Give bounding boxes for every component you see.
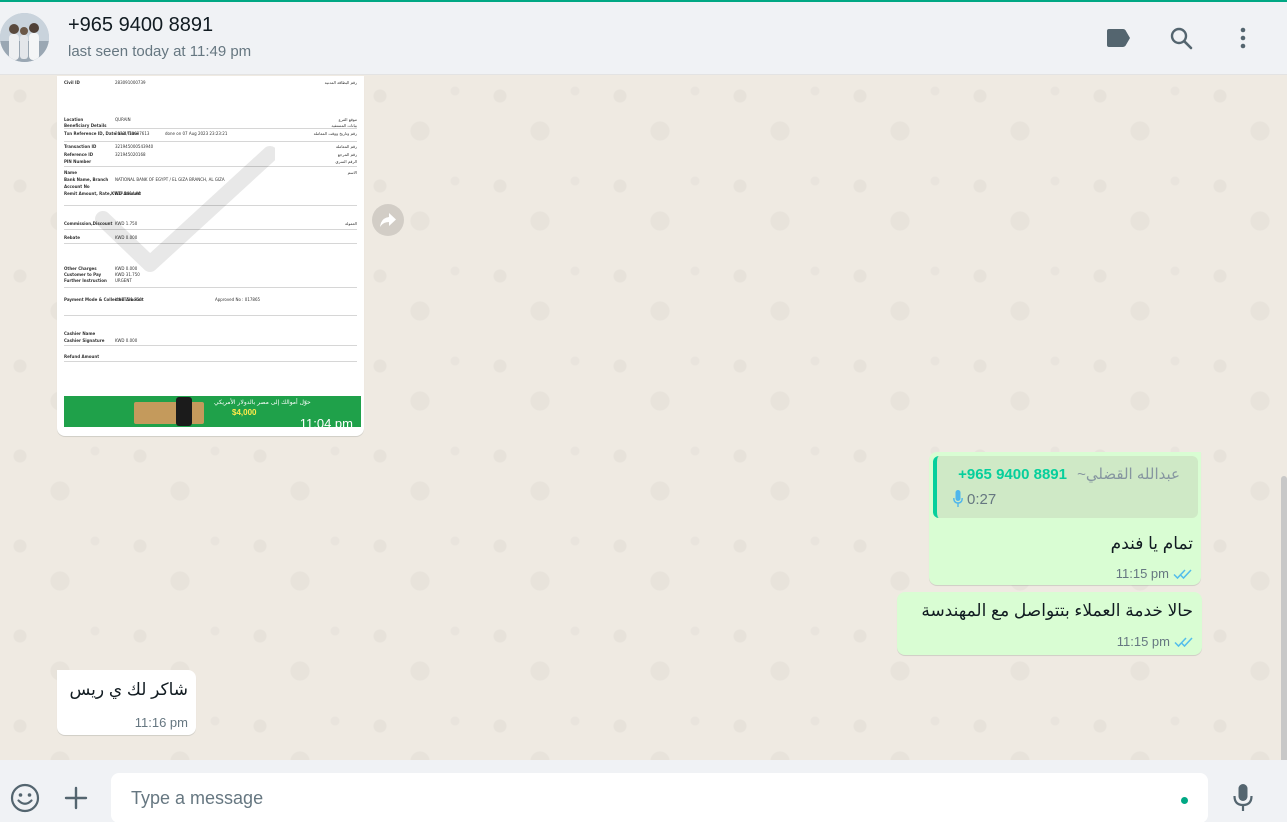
watermark-check-icon [95,146,275,272]
image-message[interactable]: Civil ID 283091000739 رقم البطاقة المدني… [57,76,364,436]
receipt-text: KWD 0.000 [115,338,138,343]
double-check-icon [1173,568,1192,579]
voice-record-button[interactable] [1227,782,1259,814]
receipt-text: 283091000739 [115,80,146,85]
mic-icon [1233,784,1253,811]
incoming-message[interactable]: شاكر لك ي ريس 11:16 pm [57,670,196,735]
receipt-image[interactable]: Civil ID 283091000739 رقم البطاقة المدني… [60,79,361,433]
receipt-text: K-NET 31.750 [115,297,142,302]
receipt-text: Rebate [64,235,80,240]
banner-prize: $4,000 [232,408,257,417]
last-seen-status: last seen today at 11:49 pm [68,43,252,60]
receipt-text: Account No [64,184,90,189]
emoji-button[interactable] [9,782,41,814]
forward-icon [380,213,396,227]
receipt-text: Approved No : 017865 [215,297,261,302]
time-text: 11:15 pm [1116,634,1170,649]
receipt-text: done on 07 Aug 2023 23:23:21 [165,131,228,136]
time-text: 11:15 pm [1115,566,1169,581]
message-time: 11:16 pm [134,715,188,730]
message-text: شاكر لك ي ريس [69,680,189,699]
message-input-box[interactable] [111,773,1208,822]
voice-duration: 0:27 [967,490,997,508]
receipt-text: QURAIN [115,117,131,122]
chat-panel[interactable]: Civil ID 283091000739 رقم البطاقة المدني… [0,76,1287,760]
quote-author: +965 9400 8891 ~عبدالله القضلي [958,465,1180,483]
receipt-text: Refund Amount [64,354,100,359]
scrollbar[interactable] [1281,476,1287,760]
receipt-text: Other Charges [64,266,97,271]
quote-name: ~عبدالله القضلي [1077,466,1180,483]
receipt-text: Cashier Signature [64,338,105,343]
outgoing-message[interactable]: حالا خدمة العملاء بتتواصل مع المهندسة 11… [897,592,1202,655]
contact-name[interactable]: +965 9400 8891 [68,14,213,37]
more-vertical-icon[interactable] [1228,23,1258,53]
composer [0,760,1287,822]
receipt-text: PIN Number [64,159,92,164]
message-time: 11:15 pm [1116,566,1193,581]
outgoing-message[interactable]: +965 9400 8891 ~عبدالله القضلي 0:27 تمام… [929,452,1201,585]
search-icon[interactable] [1166,23,1196,53]
quote-number: +965 9400 8891 [958,466,1067,483]
receipt-text: Civil ID [64,80,80,85]
message-input[interactable] [131,785,1161,811]
label-icon[interactable] [1103,23,1133,53]
quoted-message[interactable]: +965 9400 8891 ~عبدالله القضلي 0:27 [933,456,1198,518]
banner-text: حوّل أموالك إلى مصر بالدولار الأمريكي [214,399,311,406]
mic-icon [953,490,963,507]
message-time: 11:04 pm [299,416,353,431]
plus-icon [64,786,88,810]
message-text: تمام يا فندم [1110,534,1193,553]
chat-header: +965 9400 8891 last seen today at 11:49 … [0,2,1287,75]
receipt-text: Cashier Name [64,331,96,336]
double-check-icon [1174,636,1193,647]
forward-button[interactable] [372,204,404,236]
receipt-text: Name [64,170,77,175]
message-time: 11:15 pm [1117,634,1194,649]
status-dot [1181,797,1188,804]
emoji-icon [10,783,40,813]
receipt-text: 2023 / 10637613 [115,131,150,136]
receipt-text: Reference ID [64,152,94,157]
attach-button[interactable] [60,782,92,814]
avatar[interactable] [0,13,49,62]
receipt-text: Transaction ID [64,144,97,149]
quote-voice: 0:27 [953,490,996,508]
receipt-text: Location [64,117,84,122]
message-text: حالا خدمة العملاء بتتواصل مع المهندسة [921,601,1193,620]
